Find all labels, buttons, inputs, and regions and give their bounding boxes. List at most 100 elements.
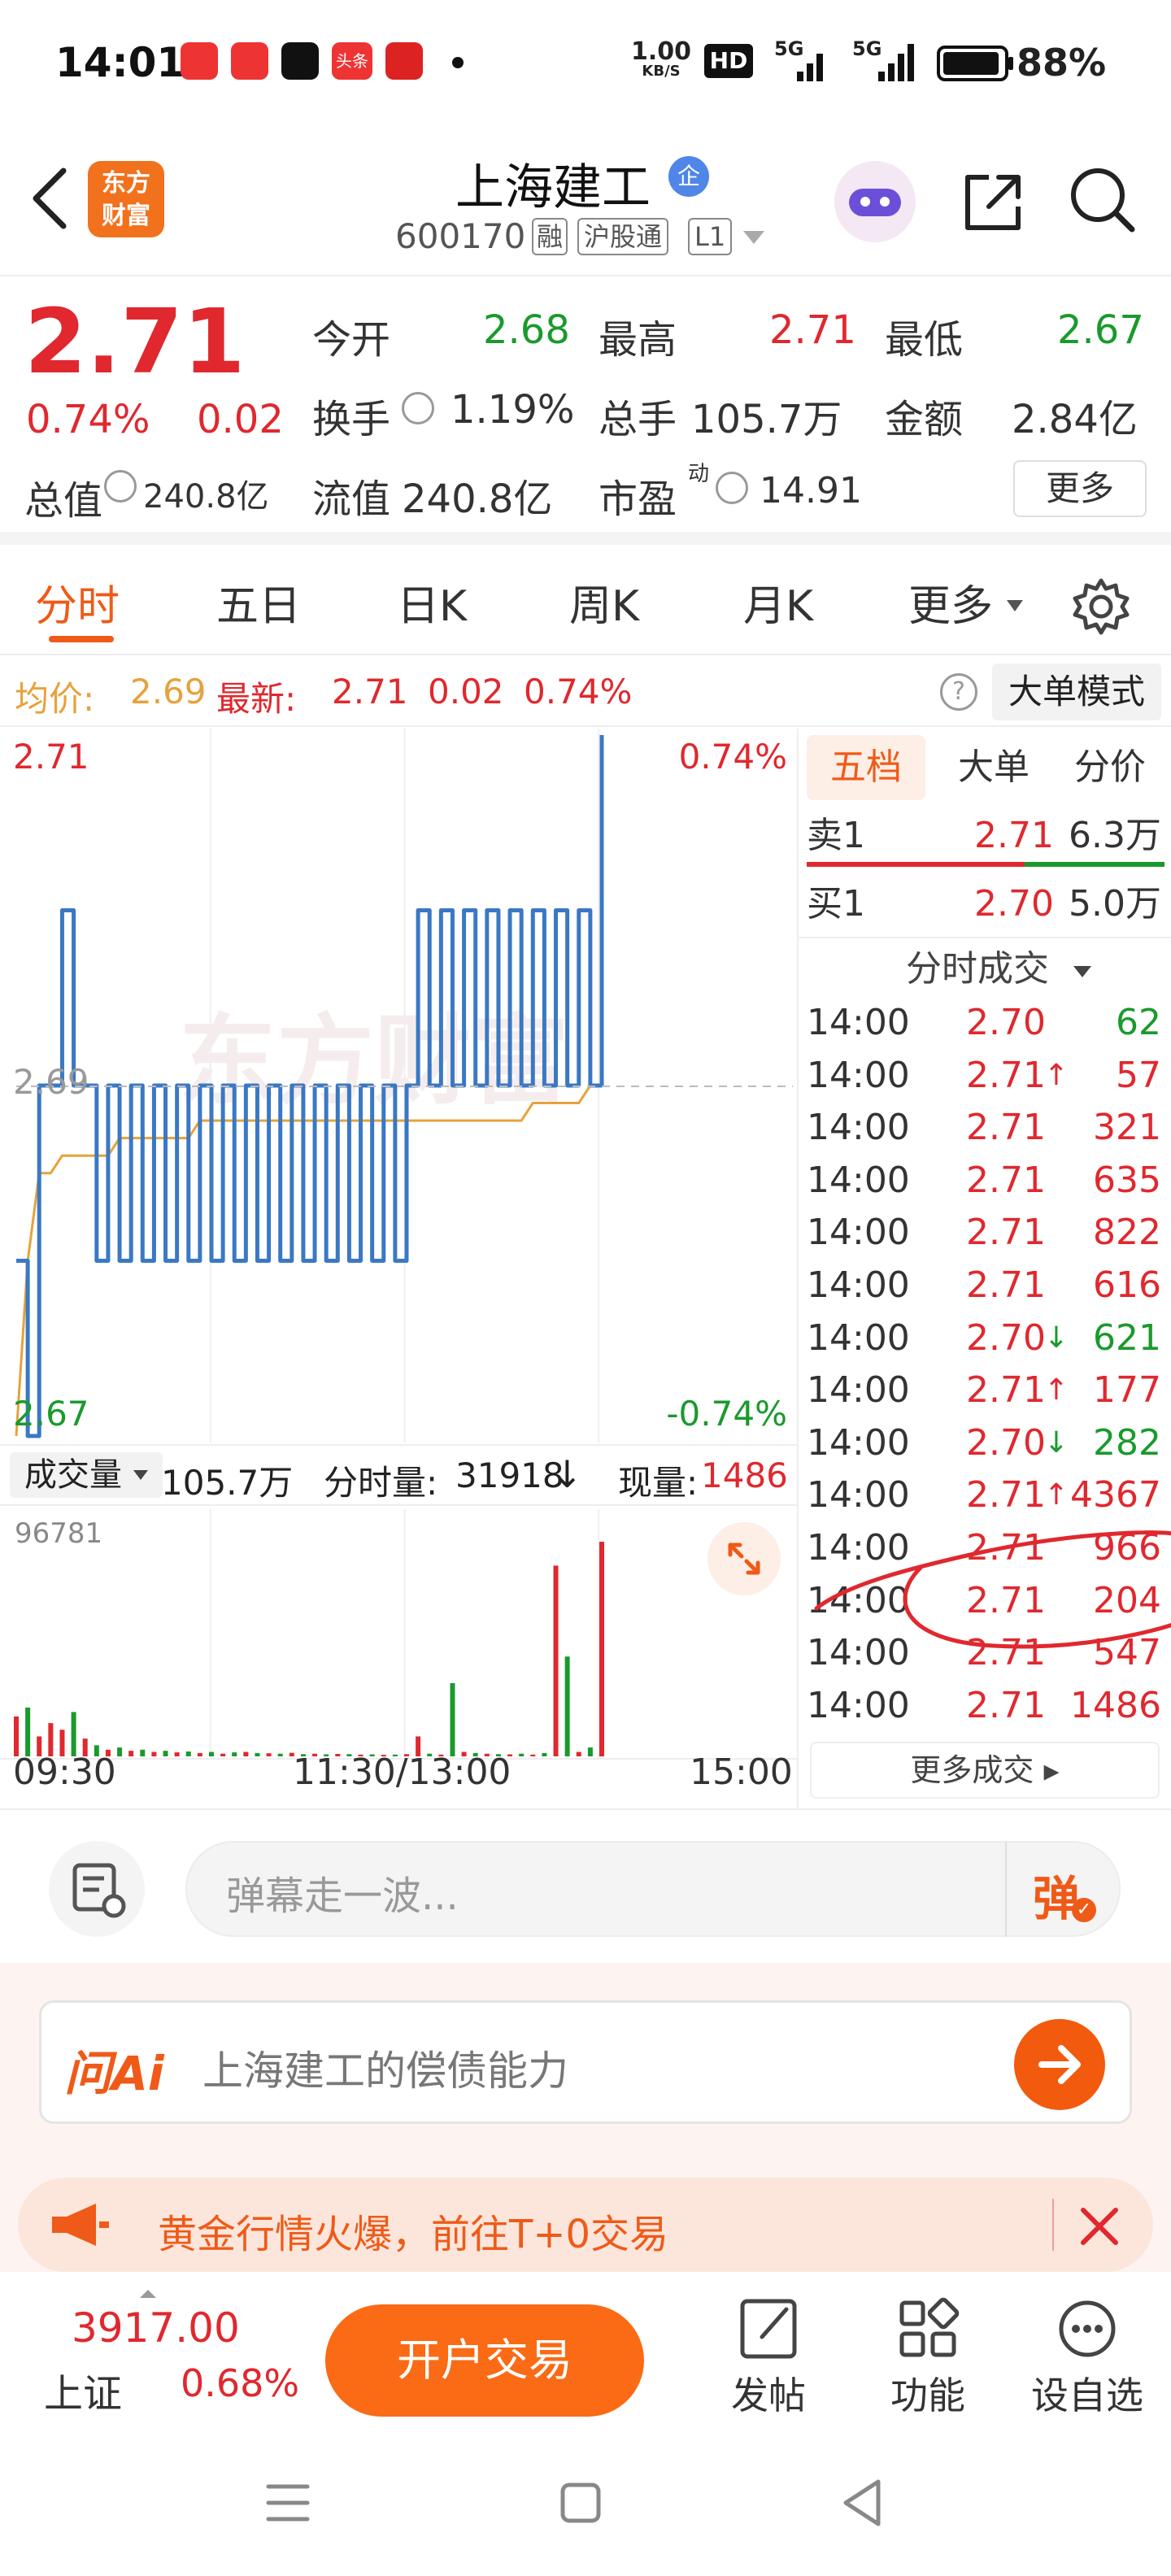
tab-daily-k[interactable]: 日K [379,558,485,655]
tab-five-levels[interactable]: 五档 [807,735,925,800]
danmu-settings-icon[interactable] [49,1841,145,1937]
volume-bar [553,1565,559,1756]
robot-assistant-icon[interactable] [834,161,916,242]
volume-label: 总手 [599,397,677,442]
tab-monthly-k[interactable]: 月K [725,558,831,655]
open-account-trade-button[interactable]: 开户交易 [325,2304,644,2417]
expand-icon[interactable] [707,1522,781,1595]
tick-time: 14:00 [807,1212,910,1254]
eastmoney-logo: 东方 财富 [88,161,164,237]
tick-volume: 282 [1093,1421,1161,1464]
tick-time: 14:00 [807,1421,910,1464]
tick-price: 2.71 [966,1159,1046,1201]
promo-banner[interactable]: 黄金行情火爆，前往T+0交易 [18,2178,1153,2272]
intraday-chart: 东方财富 2.71 2.69 2.67 0.74% -0.74% 成交量 105… [0,729,797,1808]
info-icon[interactable] [402,392,434,424]
turnover-label: 换手 [312,397,391,442]
volume-bar [71,1712,76,1756]
back-icon[interactable] [836,2475,888,2530]
app-notification-icon [181,42,218,80]
tab-more[interactable]: 更多 [898,558,1003,655]
tick-volume: 621 [1093,1316,1161,1359]
pe-label: 市盈 [599,476,677,522]
big-order-mode-button[interactable]: 大单模式 [992,664,1161,720]
more-trades-button[interactable]: 更多成交 ▸ [810,1742,1160,1799]
price-axis-top: 2.71 [13,737,89,777]
index-value[interactable]: 3917.00 [72,2304,240,2352]
more-notifications-dot [452,57,464,68]
tick-volume: 1486 [1070,1684,1161,1726]
index-change-pct[interactable]: 0.68% [181,2361,299,2405]
share-icon[interactable] [956,166,1030,239]
tick-time: 14:00 [807,1316,910,1359]
down-arrow-icon: ↓ [551,1452,583,1496]
latest-change-pct: 0.74% [524,672,633,711]
chevron-down-icon[interactable] [742,228,766,247]
tick-volume: 635 [1093,1159,1161,1201]
sell-1-row: 卖1 2.71 6.3万 [807,815,1161,856]
volume-bar [564,1656,570,1756]
volume-bar [243,1751,249,1756]
add-watchlist-button[interactable]: 设自选 [1026,2295,1148,2420]
danmu-input[interactable]: 弹幕走一波... 弹 ✓ [185,1841,1121,1937]
chevron-down-icon [1007,600,1023,611]
change-percent: 0.74% [26,397,150,442]
tab-weekly-k[interactable]: 周K [551,558,657,655]
tab-five-day[interactable]: 五日 [202,558,316,655]
high-label: 最高 [599,317,677,363]
tick-row: 14:00 2.71 ↑ 57 [807,1050,1164,1102]
current-price: 2.71 [24,289,246,394]
volume-value: 105.7万 [691,397,842,442]
sell-ratio-bar [807,862,1025,867]
chart-canvas[interactable]: 东方财富 [0,729,797,1808]
volume-bar [209,1751,214,1756]
low-value: 2.67 [1057,307,1144,353]
bottom-toolbar: 3917.00 上证 0.68% 开户交易 发帖 功能 设自选 [0,2285,1171,2431]
tick-direction-icon: ↓ [1043,1321,1069,1355]
tick-volume: 616 [1093,1264,1161,1306]
level-tag: L1 [688,218,733,255]
tick-time: 14:00 [807,1107,910,1149]
tab-big-orders[interactable]: 大单 [945,735,1043,800]
functions-button[interactable]: 功能 [875,2295,981,2420]
back-arrow-icon[interactable] [24,166,73,231]
grid-icon [899,2297,960,2357]
app-notification-icon [385,42,423,80]
volume-bar [25,1707,31,1756]
volume-bar [117,1747,123,1756]
ai-query-text: 上海建工的偿债能力 [202,2047,568,2095]
arrow-right-icon [1038,2045,1081,2084]
menu-icon[interactable] [262,2478,314,2527]
avg-price-label: 均价: [15,679,95,719]
tick-time: 14:00 [807,1054,910,1096]
info-icon[interactable] [716,472,748,504]
ai-submit-button[interactable] [1014,2019,1105,2110]
more-button[interactable]: 更多 [1013,460,1147,517]
volume-bar [163,1751,168,1756]
index-name[interactable]: 上证 [44,2361,122,2418]
chevron-down-icon [1073,966,1091,977]
price-axis-bottom: 2.67 [13,1394,89,1434]
connect-tag: 沪股通 [577,218,669,255]
time-axis-start: 09:30 [13,1751,116,1793]
post-button[interactable]: 发帖 [716,2295,821,2420]
search-icon[interactable] [1065,163,1138,236]
change-amount: 0.02 [197,397,284,442]
gear-icon[interactable] [1070,576,1132,637]
info-icon[interactable] [104,470,137,503]
ai-query-box[interactable]: 问Ai 上海建工的偿债能力 [39,2000,1132,2124]
tick-time: 14:00 [807,1264,910,1306]
danmu-send-button[interactable]: 弹 [1033,1860,1080,1929]
help-icon[interactable]: ? [940,673,977,711]
high-value: 2.71 [769,307,856,353]
time-axis-mid: 11:30/13:00 [293,1751,511,1793]
stock-code: 600170 [395,216,526,256]
tab-price-distribution[interactable]: 分价 [1057,735,1163,800]
status-time: 14:01 [55,39,185,86]
volume-total: 105.7万 [161,1463,294,1503]
pe-value: 14.91 [760,470,862,511]
tab-active-indicator [49,636,114,642]
close-icon[interactable] [1075,2202,1124,2251]
ticks-header[interactable]: 分时成交 [906,943,1049,995]
home-icon[interactable] [555,2477,607,2529]
